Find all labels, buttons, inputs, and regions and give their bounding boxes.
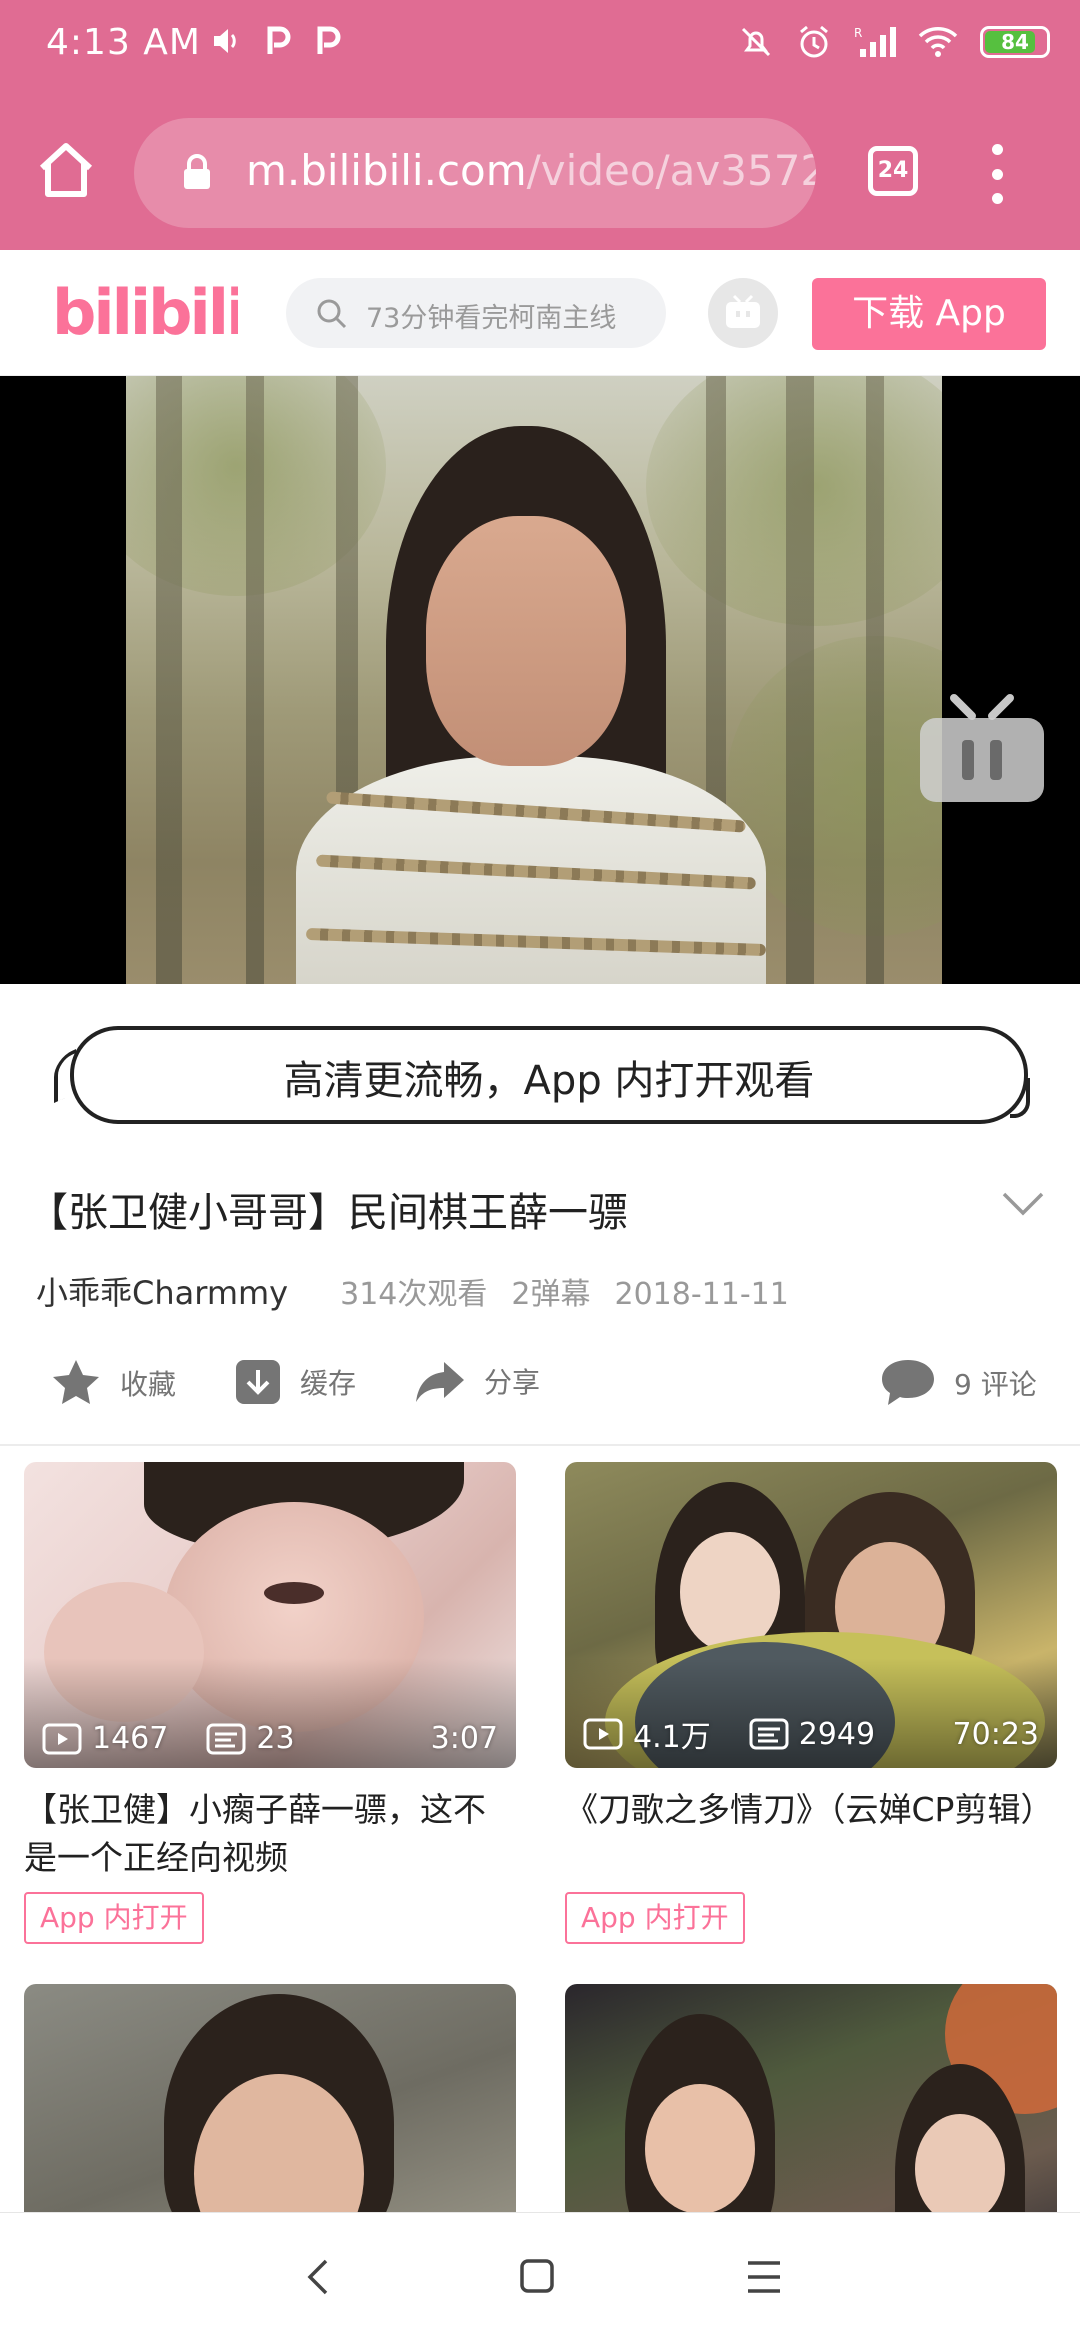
address-bar[interactable]: m.bilibili.com/video/av3572 (134, 118, 816, 228)
recents-icon[interactable] (744, 2249, 784, 2305)
search-input[interactable]: 73分钟看完柯南主线 (286, 278, 666, 348)
share-button[interactable]: 分享 (414, 1358, 540, 1404)
open-in-app-button[interactable]: App 内打开 (24, 1892, 204, 1944)
video-title: 【张卫健小哥哥】民间棋王薛一骠 (28, 1190, 628, 1236)
recommendation-card[interactable]: 4.1万 2949 70:23 《刀歌之多情刀》（云婵CP剪辑） App 内打开 (565, 1462, 1057, 1944)
svg-text:R: R (854, 26, 862, 40)
view-count: 314次观看 (340, 1277, 488, 1312)
video-duration: 3:07 (430, 1721, 498, 1756)
banner-tail-right (1010, 1078, 1030, 1118)
open-in-app-banner-text: 高清更流畅，App 内打开观看 (283, 1058, 815, 1104)
url-host: m.bilibili.com (246, 146, 527, 195)
video-thumbnail[interactable]: 1467 23 3:07 (24, 1462, 516, 1768)
search-placeholder: 73分钟看完柯南主线 (366, 303, 617, 334)
search-icon (317, 299, 347, 329)
alarm-icon (800, 25, 828, 58)
video-frame (126, 376, 942, 984)
danmaku-count: 2949 (798, 1716, 876, 1752)
bilibili-logo[interactable]: bilibili (48, 270, 238, 356)
play-count: 4.1万 (633, 1720, 711, 1755)
system-nav-bar (0, 2212, 1080, 2340)
divider (0, 1444, 1080, 1446)
parking-p-icon (317, 26, 341, 54)
video-thumbnail[interactable]: 4.1万 2949 70:23 (565, 1462, 1057, 1768)
star-icon (53, 1360, 99, 1404)
status-time: 4:13 AM (46, 22, 201, 63)
danmaku-count: 2弹幕 (511, 1277, 591, 1312)
share-label: 分享 (484, 1366, 541, 1399)
svg-text:bilibili: bilibili (52, 276, 238, 349)
favorite-button[interactable]: 收藏 (50, 1358, 176, 1408)
browser-toolbar: m.bilibili.com/video/av3572 24 (0, 96, 1080, 250)
danmaku-icon (749, 1718, 789, 1750)
site-header: bilibili 73分钟看完柯南主线 下载 App (0, 250, 1080, 376)
comment-icon (882, 1360, 934, 1405)
home-icon[interactable] (34, 138, 98, 202)
comments-button[interactable]: 9 评论 (880, 1358, 1037, 1408)
video-meta: 小乖乖Charmmy 314次观看 2弹幕 2018-11-11 (36, 1268, 813, 1314)
wifi-icon (918, 27, 958, 57)
avatar[interactable] (708, 278, 778, 348)
home-icon[interactable] (518, 2249, 558, 2305)
download-app-button[interactable]: 下载 App (812, 278, 1046, 350)
chevron-down-icon[interactable] (1000, 1190, 1046, 1218)
share-icon (416, 1362, 464, 1402)
play-count: 1467 (92, 1721, 169, 1756)
open-in-app-button[interactable]: App 内打开 (565, 1892, 745, 1944)
recommendation-card[interactable]: 1467 23 3:07 【张卫健】小瘸子薛一骠，这不是一个正经向视频 App … (24, 1462, 516, 1944)
cache-label: 缓存 (300, 1367, 357, 1400)
card-title[interactable]: 《刀歌之多情刀》（云婵CP剪辑） (565, 1786, 1057, 1882)
tv-logo-icon (920, 694, 1044, 802)
danmaku-count: 23 (256, 1721, 295, 1756)
overflow-menu-icon[interactable] (985, 144, 1009, 204)
url-text: m.bilibili.com/video/av3572 (246, 146, 816, 195)
status-left-icons (212, 26, 342, 56)
status-right-icons: R 84 (738, 24, 1050, 60)
comments-label: 9 评论 (954, 1368, 1037, 1401)
uploader-name[interactable]: 小乖乖Charmmy (36, 1268, 288, 1314)
play-count-icon (583, 1718, 623, 1750)
play-count-icon (42, 1723, 82, 1754)
open-in-app-banner[interactable]: 高清更流畅，App 内打开观看 (70, 1026, 1028, 1124)
publish-date: 2018-11-11 (614, 1277, 789, 1312)
tv-mascot-icon (726, 294, 760, 328)
download-icon (236, 1360, 280, 1404)
video-player[interactable] (0, 376, 1080, 984)
back-icon[interactable] (300, 2249, 336, 2305)
battery-icon: 84 (980, 26, 1050, 58)
signal-icon: R (854, 26, 896, 57)
danmaku-icon (206, 1723, 246, 1754)
video-duration: 70:23 (952, 1716, 1039, 1752)
parking-p-icon (267, 26, 291, 54)
lock-icon (184, 154, 210, 189)
status-bar: 4:13 AM R 84 (0, 0, 1080, 96)
battery-level: 84 (1001, 30, 1029, 54)
tabs-button[interactable]: 24 (868, 146, 918, 196)
url-path: /video/av3572 (526, 146, 816, 195)
dnd-icon (741, 27, 771, 57)
action-row: 收藏 缓存 分享 9 评论 (0, 1348, 1080, 1428)
cache-button[interactable]: 缓存 (234, 1358, 356, 1406)
volume-icon (214, 29, 236, 53)
card-title[interactable]: 【张卫健】小瘸子薛一骠，这不是一个正经向视频 (24, 1786, 516, 1882)
favorite-label: 收藏 (120, 1368, 177, 1401)
